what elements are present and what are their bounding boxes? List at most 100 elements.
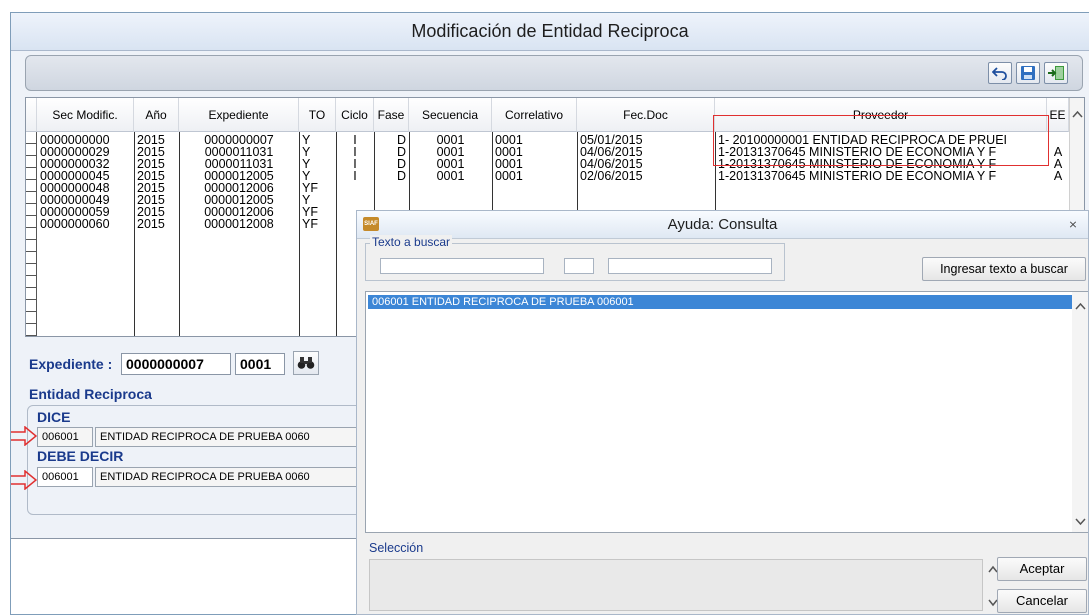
- table-cell[interactable]: 0000012006: [179, 206, 299, 218]
- table-cell[interactable]: 0000000059: [37, 206, 134, 218]
- table-cell[interactable]: 0001: [492, 146, 577, 158]
- table-cell[interactable]: 2015: [134, 146, 179, 158]
- search-input-1[interactable]: [380, 258, 544, 274]
- row-selector[interactable]: [26, 240, 37, 252]
- table-cell[interactable]: 0000012005: [179, 194, 299, 206]
- table-cell[interactable]: Y: [299, 146, 336, 158]
- row-selector[interactable]: [26, 168, 37, 180]
- table-cell[interactable]: [336, 182, 374, 194]
- table-cell[interactable]: 2015: [134, 170, 179, 182]
- secuencia-field[interactable]: 0001: [235, 353, 285, 375]
- chevron-up-icon[interactable]: [1072, 300, 1089, 314]
- table-cell[interactable]: YF: [299, 182, 336, 194]
- table-cell[interactable]: D: [374, 170, 409, 182]
- table-cell[interactable]: I: [336, 146, 374, 158]
- table-cell[interactable]: [715, 182, 1047, 194]
- col-header-sec-modific[interactable]: Sec Modific.: [37, 98, 134, 132]
- table-cell[interactable]: 0001: [409, 170, 492, 182]
- table-cell[interactable]: [1047, 134, 1069, 146]
- table-cell[interactable]: 0000011031: [179, 146, 299, 158]
- table-cell[interactable]: [336, 194, 374, 206]
- table-cell[interactable]: YF: [299, 218, 336, 230]
- table-cell[interactable]: YF: [299, 206, 336, 218]
- table-cell[interactable]: 0001: [409, 146, 492, 158]
- table-cell[interactable]: 2015: [134, 218, 179, 230]
- search-input-2[interactable]: [564, 258, 594, 274]
- row-selector[interactable]: [26, 300, 37, 312]
- table-cell[interactable]: 0000000049: [37, 194, 134, 206]
- table-cell[interactable]: 02/06/2015: [577, 170, 715, 182]
- table-cell[interactable]: 0000012008: [179, 218, 299, 230]
- table-cell[interactable]: [492, 194, 577, 206]
- search-expediente-button[interactable]: [293, 351, 319, 375]
- table-cell[interactable]: [1047, 182, 1069, 194]
- table-cell[interactable]: Y: [299, 134, 336, 146]
- row-selector[interactable]: [26, 288, 37, 300]
- table-cell[interactable]: 2015: [134, 158, 179, 170]
- table-cell[interactable]: 0000011031: [179, 158, 299, 170]
- table-cell[interactable]: [715, 194, 1047, 206]
- col-header-to[interactable]: TO: [299, 98, 336, 132]
- search-input-3[interactable]: [608, 258, 772, 274]
- selection-field[interactable]: [369, 559, 983, 611]
- table-cell[interactable]: A: [1047, 170, 1069, 182]
- chevron-down-icon[interactable]: [1072, 514, 1089, 528]
- col-header-fec-doc[interactable]: Fec.Doc: [577, 98, 715, 132]
- table-cell[interactable]: Y: [299, 194, 336, 206]
- table-cell[interactable]: [409, 194, 492, 206]
- results-list[interactable]: 006001 ENTIDAD RECIPROCA DE PRUEBA 00600…: [365, 291, 1089, 533]
- save-button[interactable]: [1016, 62, 1040, 84]
- table-cell[interactable]: 0000000032: [37, 158, 134, 170]
- close-icon[interactable]: ⨯: [1064, 217, 1082, 233]
- table-cell[interactable]: [577, 194, 715, 206]
- table-cell[interactable]: [577, 182, 715, 194]
- table-cell[interactable]: A: [1047, 158, 1069, 170]
- table-cell[interactable]: [492, 182, 577, 194]
- table-cell[interactable]: D: [374, 134, 409, 146]
- cancel-button[interactable]: Cancelar: [997, 589, 1087, 613]
- table-cell[interactable]: 0000000048: [37, 182, 134, 194]
- table-cell[interactable]: 0000000007: [179, 134, 299, 146]
- row-selector[interactable]: [26, 156, 37, 168]
- list-item[interactable]: 006001 ENTIDAD RECIPROCA DE PRUEBA 00600…: [368, 295, 1074, 309]
- search-text-button[interactable]: Ingresar texto a buscar: [922, 257, 1086, 281]
- row-selector[interactable]: [26, 180, 37, 192]
- table-cell[interactable]: 0000000029: [37, 146, 134, 158]
- row-selector[interactable]: [26, 192, 37, 204]
- row-selector[interactable]: [26, 276, 37, 288]
- table-cell[interactable]: I: [336, 170, 374, 182]
- debe-decir-code-input[interactable]: 006001: [37, 467, 93, 487]
- expediente-field[interactable]: 0000000007: [121, 353, 231, 375]
- chevron-up-icon[interactable]: [1070, 108, 1085, 122]
- table-cell[interactable]: I: [336, 158, 374, 170]
- table-cell[interactable]: 0001: [409, 158, 492, 170]
- table-cell[interactable]: [374, 182, 409, 194]
- col-header-secuencia[interactable]: Secuencia: [409, 98, 492, 132]
- row-selector[interactable]: [26, 264, 37, 276]
- col-header-correlativo[interactable]: Correlativo: [492, 98, 577, 132]
- table-cell[interactable]: 1-20131370645 MINISTERIO DE ECONOMIA Y F: [715, 170, 1047, 182]
- table-cell[interactable]: A: [1047, 146, 1069, 158]
- table-cell[interactable]: Y: [299, 158, 336, 170]
- col-header-expediente[interactable]: Expediente: [179, 98, 299, 132]
- col-header-fase[interactable]: Fase: [374, 98, 409, 132]
- row-selector[interactable]: [26, 312, 37, 324]
- table-cell[interactable]: 0000012006: [179, 182, 299, 194]
- table-cell[interactable]: 04/06/2015: [577, 146, 715, 158]
- table-cell[interactable]: [409, 182, 492, 194]
- table-cell[interactable]: 2015: [134, 134, 179, 146]
- table-cell[interactable]: 0000000000: [37, 134, 134, 146]
- table-cell[interactable]: 0001: [409, 134, 492, 146]
- table-cell[interactable]: Y: [299, 170, 336, 182]
- table-cell[interactable]: 0000012005: [179, 170, 299, 182]
- col-header-ciclo[interactable]: Ciclo: [336, 98, 374, 132]
- row-selector[interactable]: [26, 252, 37, 264]
- table-cell[interactable]: [1047, 194, 1069, 206]
- row-selector[interactable]: [26, 204, 37, 216]
- table-cell[interactable]: I: [336, 134, 374, 146]
- table-cell[interactable]: 0000000060: [37, 218, 134, 230]
- table-cell[interactable]: D: [374, 146, 409, 158]
- table-cell[interactable]: 05/01/2015: [577, 134, 715, 146]
- table-cell[interactable]: 0001: [492, 134, 577, 146]
- table-cell[interactable]: 2015: [134, 194, 179, 206]
